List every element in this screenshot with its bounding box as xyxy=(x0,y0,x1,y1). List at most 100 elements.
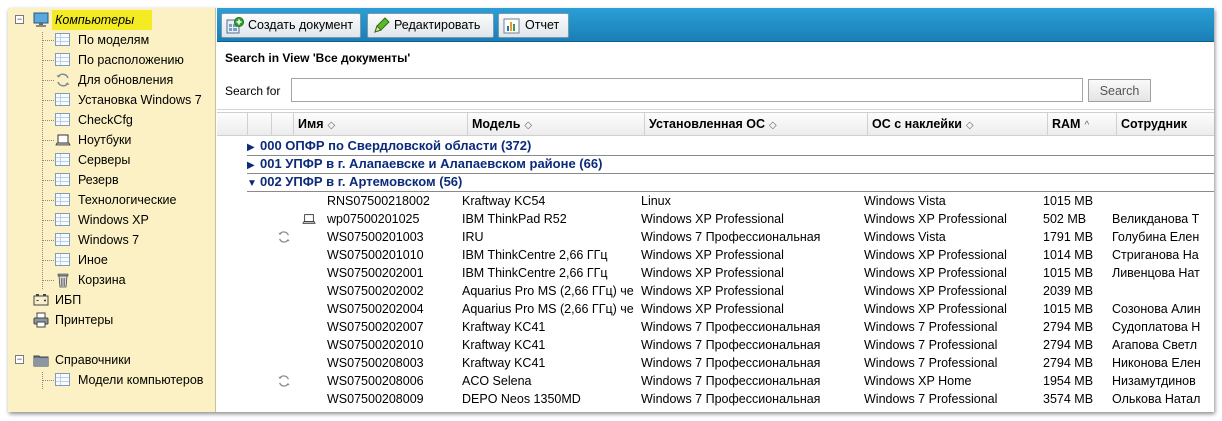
battery-icon xyxy=(33,292,49,308)
sidebar-item-16[interactable]: − Справочники xyxy=(8,350,216,370)
tree-connector xyxy=(42,260,54,261)
cell-os-sticker: Windows XP Professional xyxy=(864,302,1007,316)
cell-employee: Судоплатова Н xyxy=(1112,320,1201,334)
column-header-1[interactable]: Модель ◇ xyxy=(467,113,644,136)
sidebar-item-2[interactable]: По расположению xyxy=(8,50,216,70)
toolbar: Создать документ Редактировать Отчет xyxy=(217,8,1214,42)
table-row[interactable]: WS07500202001 IBM ThinkCentre 2,66 ГГц Win… xyxy=(217,264,1214,282)
column-header-label: ОС с наклейки xyxy=(872,117,962,131)
sort-indicator-icon[interactable]: ◇ xyxy=(328,120,336,131)
table-row[interactable]: WS07500201010 IBM ThinkCentre 2,66 ГГц Win… xyxy=(217,246,1214,264)
sidebar-item-9[interactable]: Технологические xyxy=(8,190,216,210)
cell-os-sticker: Windows XP Professional xyxy=(864,284,1007,298)
cell-name: WS07500202010 xyxy=(327,338,424,352)
table-row[interactable]: WS07500202004 Aquarius Pro MS (2,66 ГГц) … xyxy=(217,300,1214,318)
folder-icon xyxy=(33,352,49,368)
grid-icon xyxy=(55,173,70,186)
cell-model: IBM ThinkCentre 2,66 ГГц xyxy=(462,248,608,262)
group-row[interactable]: ▼ 002 УПФР в г. Артемовском (56) xyxy=(247,173,1214,191)
column-header-3[interactable]: ОС с наклейки ◇ xyxy=(867,113,1047,136)
laptop-icon xyxy=(302,212,316,226)
group-row[interactable]: ▶ 001 УПФР в г. Алапаевске и Алапаевском … xyxy=(247,155,1214,173)
refresh-icon xyxy=(277,230,291,244)
tree-connector xyxy=(42,60,54,61)
sidebar-item-15[interactable]: Принтеры xyxy=(8,310,216,330)
table-row[interactable]: WS07500208003 Kraftway KC41 Windows 7 Проф… xyxy=(217,354,1214,372)
collapse-toggle[interactable]: − xyxy=(15,15,24,24)
sidebar-item-1[interactable]: По моделям xyxy=(8,30,216,50)
group-row[interactable]: ▶ 000 ОПФР по Свердловской области (372) xyxy=(247,137,1214,155)
cell-employee: Стриганова На xyxy=(1112,248,1199,262)
column-header-4[interactable]: RAM ^ xyxy=(1047,113,1116,136)
printer-icon xyxy=(33,312,49,328)
sidebar-item-14[interactable]: ИБП xyxy=(8,290,216,310)
sidebar-item-5[interactable]: CheckCfg xyxy=(8,110,216,130)
main-panel: Создать документ Редактировать Отчет Sea… xyxy=(217,8,1214,412)
table-row[interactable]: WS07500208006 ACO Selena Windows 7 Професс… xyxy=(217,372,1214,390)
grid-icon xyxy=(55,193,70,206)
group-label: 001 УПФР в г. Алапаевске и Алапаевском р… xyxy=(260,156,603,171)
sidebar-item-10[interactable]: Windows XP xyxy=(8,210,216,230)
cell-name: WS07500202002 xyxy=(327,284,424,298)
sidebar-item-label: Модели компьютеров xyxy=(78,373,204,387)
table-row[interactable]: WS07500201003 IRU Windows 7 Профессиональн… xyxy=(217,228,1214,246)
table-row[interactable]: wp07500201025 IBM ThinkPad R52 Windows XP … xyxy=(217,210,1214,228)
column-header-0[interactable]: Имя ◇ xyxy=(293,113,467,136)
table-row[interactable]: RNS07500218002 Kraftway KC54 Linux Windows … xyxy=(217,192,1214,210)
sidebar-item-label: Установка Windows 7 xyxy=(78,93,202,107)
column-header-label: Установленная ОС xyxy=(649,117,766,131)
sidebar-item-13[interactable]: Корзина xyxy=(8,270,216,290)
table-row[interactable]: WS07500202007 Kraftway KC41 Windows 7 Проф… xyxy=(217,318,1214,336)
sidebar-item-label: Windows XP xyxy=(78,213,149,227)
sidebar-item-0[interactable]: − Компьютеры xyxy=(8,10,216,30)
sidebar-item-7[interactable]: Серверы xyxy=(8,150,216,170)
search-input[interactable] xyxy=(291,78,1083,102)
sort-indicator-icon[interactable]: ◇ xyxy=(966,120,974,131)
edit-button[interactable]: Редактировать xyxy=(367,13,494,38)
cell-os: Windows 7 Профессиональная xyxy=(641,320,821,334)
sidebar-item-label: По расположению xyxy=(78,53,184,67)
sort-indicator-icon[interactable]: ◇ xyxy=(524,120,532,131)
report-button[interactable]: Отчет xyxy=(498,13,569,38)
sidebar-item-8[interactable]: Резерв xyxy=(8,170,216,190)
monitor-icon xyxy=(33,12,49,28)
column-header-2[interactable]: Установленная ОС ◇ xyxy=(644,113,867,136)
table-row[interactable]: WS07500202002 Aquarius Pro MS (2,66 ГГц) … xyxy=(217,282,1214,300)
cell-os-sticker: Windows 7 Professional xyxy=(864,392,998,406)
sidebar-item-11[interactable]: Windows 7 xyxy=(8,230,216,250)
search-button[interactable]: Search xyxy=(1088,79,1151,102)
sidebar-item-label: Резерв xyxy=(78,173,119,187)
tree-connector xyxy=(42,180,54,181)
sidebar-item-17[interactable]: Модели компьютеров xyxy=(8,370,216,390)
cell-model: Kraftway KC54 xyxy=(462,194,546,208)
collapse-toggle[interactable]: − xyxy=(15,355,24,364)
sidebar-item-4[interactable]: Установка Windows 7 xyxy=(8,90,216,110)
cell-os: Windows XP Professional xyxy=(641,302,784,316)
table-row[interactable]: WS07500202010 Kraftway KC41 Windows 7 Проф… xyxy=(217,336,1214,354)
sidebar-item-6[interactable]: Ноутбуки xyxy=(8,130,216,150)
sort-indicator-icon[interactable]: ^ xyxy=(1084,120,1089,131)
cell-os-sticker: Windows 7 Professional xyxy=(864,320,998,334)
cell-name: WS07500202001 xyxy=(327,266,424,280)
cell-name: WS07500208006 xyxy=(327,374,424,388)
cell-name: WS07500201010 xyxy=(327,248,424,262)
sidebar-item-3[interactable]: Для обновления xyxy=(8,70,216,90)
report-label: Отчет xyxy=(525,18,560,32)
sort-indicator-icon[interactable]: ◇ xyxy=(769,120,777,131)
cell-ram: 1014 MB xyxy=(1043,248,1094,262)
create-document-button[interactable]: Создать документ xyxy=(221,13,361,38)
table-row[interactable]: WS07500208009 DEPO Neos 1350MD Windows 7 П… xyxy=(217,390,1214,408)
grid-icon xyxy=(55,253,70,266)
cell-os: Linux xyxy=(641,194,671,208)
grid-icon xyxy=(55,33,70,46)
cell-os-sticker: Windows XP Professional xyxy=(864,212,1007,226)
tree-connector xyxy=(42,40,54,41)
column-header-5[interactable]: Сотрудник xyxy=(1116,113,1214,136)
sidebar-item-label: Ноутбуки xyxy=(78,133,132,147)
cell-employee: Созонова Алин xyxy=(1112,302,1201,316)
sidebar-item-12[interactable]: Иное xyxy=(8,250,216,270)
refresh-icon xyxy=(277,374,291,388)
create-document-label: Создать документ xyxy=(248,18,354,32)
tree-connector xyxy=(42,280,54,281)
cell-name: WS07500208009 xyxy=(327,392,424,406)
